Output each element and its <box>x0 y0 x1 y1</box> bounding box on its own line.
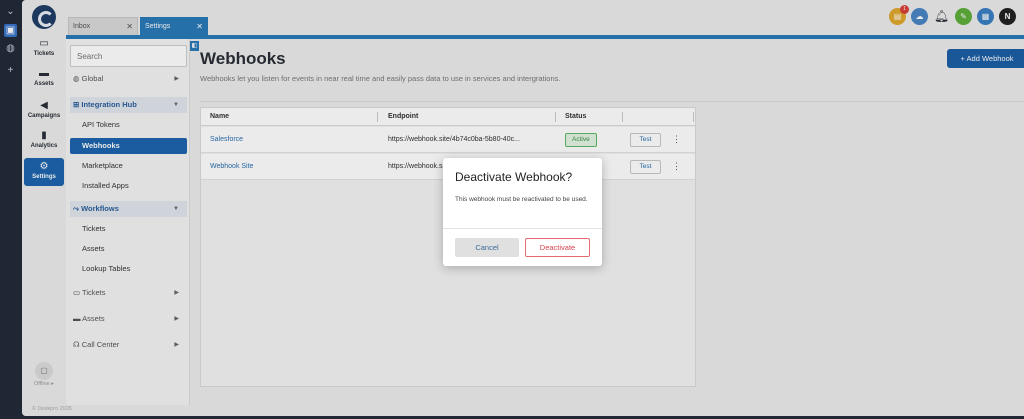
deactivate-button[interactable]: Deactivate <box>525 238 590 257</box>
deactivate-webhook-dialog: Deactivate Webhook? This webhook must be… <box>443 158 602 266</box>
dialog-title: Deactivate Webhook? <box>455 170 573 184</box>
divider <box>443 228 602 229</box>
cancel-button[interactable]: Cancel <box>455 238 519 257</box>
dialog-message: This webhook must be reactivated to be u… <box>455 196 588 203</box>
